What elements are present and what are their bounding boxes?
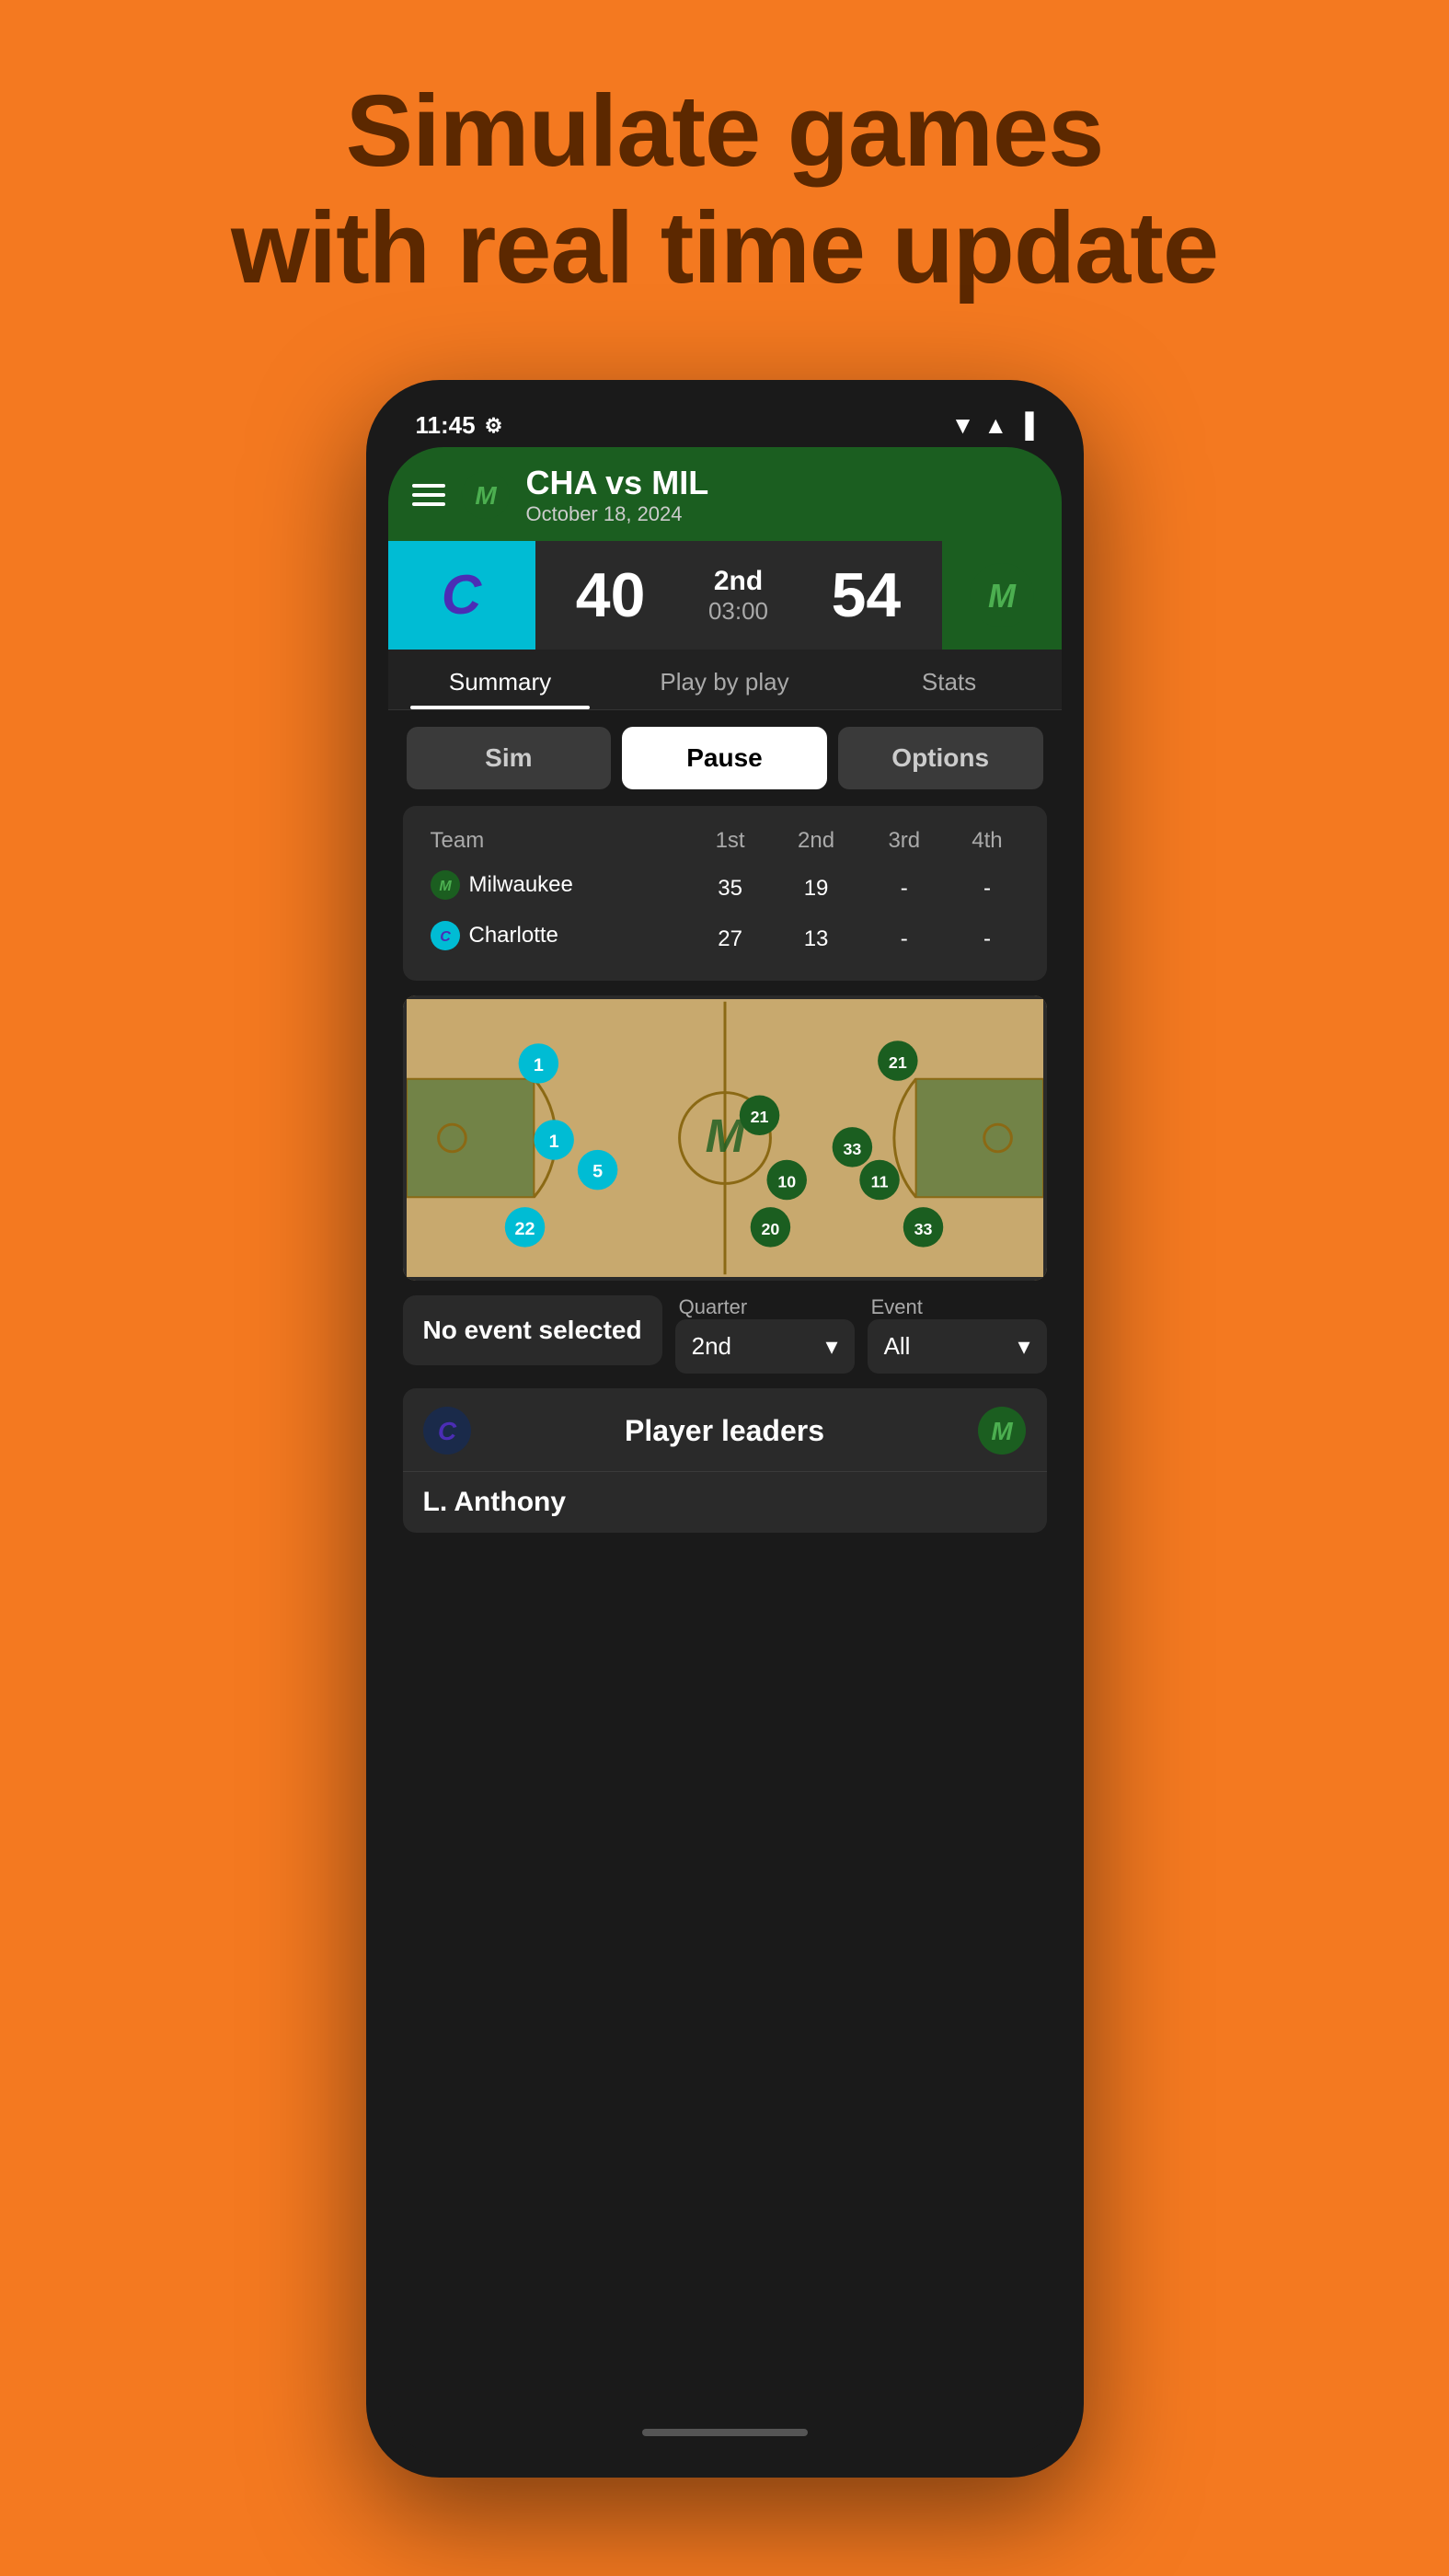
table-row: C Charlotte 27 13 - - bbox=[421, 914, 1029, 964]
event-filter: Event All ▾ bbox=[868, 1295, 1047, 1374]
svg-text:M: M bbox=[988, 577, 1017, 615]
away-team-logo: C bbox=[388, 541, 535, 650]
no-event-box: No event selected bbox=[403, 1295, 662, 1365]
svg-text:11: 11 bbox=[870, 1172, 888, 1190]
svg-text:M: M bbox=[475, 481, 497, 510]
away-score: 40 bbox=[576, 559, 646, 631]
mil-q2: 19 bbox=[770, 863, 862, 914]
team-name-cha: C Charlotte bbox=[421, 914, 691, 964]
chevron-down-icon: ▾ bbox=[826, 1332, 838, 1361]
header-team-logo: M bbox=[462, 471, 510, 519]
battery-icon: ▐ bbox=[1017, 411, 1033, 440]
cha-logo-leaders: C bbox=[423, 1407, 471, 1455]
quarter-label: Quarter bbox=[675, 1295, 855, 1319]
quarter-display: 2nd bbox=[708, 566, 768, 597]
event-label: Event bbox=[868, 1295, 1047, 1319]
player-name: L. Anthony bbox=[423, 1487, 1027, 1518]
table-row: M Milwaukee 35 19 - - bbox=[421, 863, 1029, 914]
cha-q4: - bbox=[946, 914, 1028, 964]
home-score: 54 bbox=[832, 559, 902, 631]
svg-text:33: 33 bbox=[843, 1140, 861, 1158]
svg-text:5: 5 bbox=[592, 1162, 603, 1182]
tab-bar: Summary Play by play Stats bbox=[388, 650, 1062, 710]
score-area: C 40 2nd 03:00 54 M bbox=[388, 541, 1062, 650]
phone-mockup: 11:45 ⚙ ▼ ▲ ▐ M CHA vs MIL October 18, 2… bbox=[366, 380, 1084, 2478]
quarter-filter: Quarter 2nd ▾ bbox=[675, 1295, 855, 1374]
col-q1: 1st bbox=[690, 822, 770, 863]
sim-button[interactable]: Sim bbox=[407, 727, 612, 789]
svg-text:21: 21 bbox=[750, 1108, 768, 1126]
svg-text:C: C bbox=[440, 929, 451, 945]
mil-logo-leaders: M bbox=[978, 1407, 1026, 1455]
menu-button[interactable] bbox=[412, 484, 445, 506]
tab-summary[interactable]: Summary bbox=[388, 650, 613, 709]
svg-text:10: 10 bbox=[777, 1172, 796, 1190]
leaders-title: Player leaders bbox=[625, 1414, 824, 1448]
page-title: Simulate games with real time update bbox=[231, 74, 1218, 306]
status-bar: 11:45 ⚙ ▼ ▲ ▐ bbox=[388, 402, 1062, 447]
event-dropdown[interactable]: All ▾ bbox=[868, 1319, 1047, 1374]
mil-q3: - bbox=[862, 863, 946, 914]
mil-logo-small: M bbox=[431, 870, 460, 900]
tab-play-by-play[interactable]: Play by play bbox=[613, 650, 837, 709]
tab-stats[interactable]: Stats bbox=[837, 650, 1062, 709]
col-q4: 4th bbox=[946, 822, 1028, 863]
time-display-game: 03:00 bbox=[708, 597, 768, 626]
team-name-mil: M Milwaukee bbox=[421, 863, 691, 914]
svg-text:C: C bbox=[437, 1417, 456, 1445]
time-display: 11:45 bbox=[416, 411, 476, 440]
leaders-header: C Player leaders M bbox=[403, 1388, 1047, 1472]
court-section: M 1 1 5 22 21 bbox=[403, 995, 1047, 1281]
cha-q1: 27 bbox=[690, 914, 770, 964]
home-indicator bbox=[642, 2429, 808, 2436]
filter-controls: Quarter 2nd ▾ Event All ▾ bbox=[675, 1295, 1047, 1374]
pause-button[interactable]: Pause bbox=[622, 727, 827, 789]
match-date: October 18, 2024 bbox=[526, 502, 709, 526]
chevron-down-icon: ▾ bbox=[1018, 1332, 1029, 1361]
simulation-controls: Sim Pause Options bbox=[388, 710, 1062, 806]
mil-q4: - bbox=[946, 863, 1028, 914]
bottom-bar bbox=[388, 2409, 1062, 2455]
quarter-dropdown[interactable]: 2nd ▾ bbox=[675, 1319, 855, 1374]
cha-q3: - bbox=[862, 914, 946, 964]
cha-q2: 13 bbox=[770, 914, 862, 964]
svg-text:21: 21 bbox=[888, 1053, 906, 1072]
svg-text:20: 20 bbox=[761, 1220, 779, 1238]
score-center: 40 2nd 03:00 54 bbox=[535, 541, 942, 650]
svg-text:1: 1 bbox=[533, 1055, 543, 1075]
phone-screen: M CHA vs MIL October 18, 2024 C 40 2nd 0… bbox=[388, 447, 1062, 2455]
svg-text:33: 33 bbox=[914, 1220, 932, 1238]
court-svg: M 1 1 5 22 21 bbox=[407, 999, 1043, 1277]
settings-icon: ⚙ bbox=[485, 414, 503, 438]
svg-text:22: 22 bbox=[514, 1219, 535, 1239]
event-filter-area: No event selected Quarter 2nd ▾ Event A bbox=[388, 1295, 1062, 1388]
match-title: CHA vs MIL bbox=[526, 464, 709, 502]
score-table: Team 1st 2nd 3rd 4th M bbox=[421, 822, 1029, 964]
col-q2: 2nd bbox=[770, 822, 862, 863]
svg-text:M: M bbox=[439, 879, 452, 894]
leaders-body: L. Anthony bbox=[403, 1472, 1047, 1533]
player-leaders-section: C Player leaders M L. Anthony bbox=[403, 1388, 1047, 1533]
signal-icon: ▲ bbox=[983, 411, 1007, 440]
svg-text:M: M bbox=[992, 1417, 1014, 1445]
svg-text:1: 1 bbox=[548, 1132, 558, 1152]
cha-logo-small: C bbox=[431, 921, 460, 950]
col-team: Team bbox=[421, 822, 691, 863]
home-team-logo: M bbox=[942, 541, 1062, 650]
app-header: M CHA vs MIL October 18, 2024 bbox=[388, 447, 1062, 541]
col-q3: 3rd bbox=[862, 822, 946, 863]
wifi-icon: ▼ bbox=[951, 411, 975, 440]
score-table-section: Team 1st 2nd 3rd 4th M bbox=[403, 806, 1047, 981]
mil-q1: 35 bbox=[690, 863, 770, 914]
options-button[interactable]: Options bbox=[838, 727, 1043, 789]
